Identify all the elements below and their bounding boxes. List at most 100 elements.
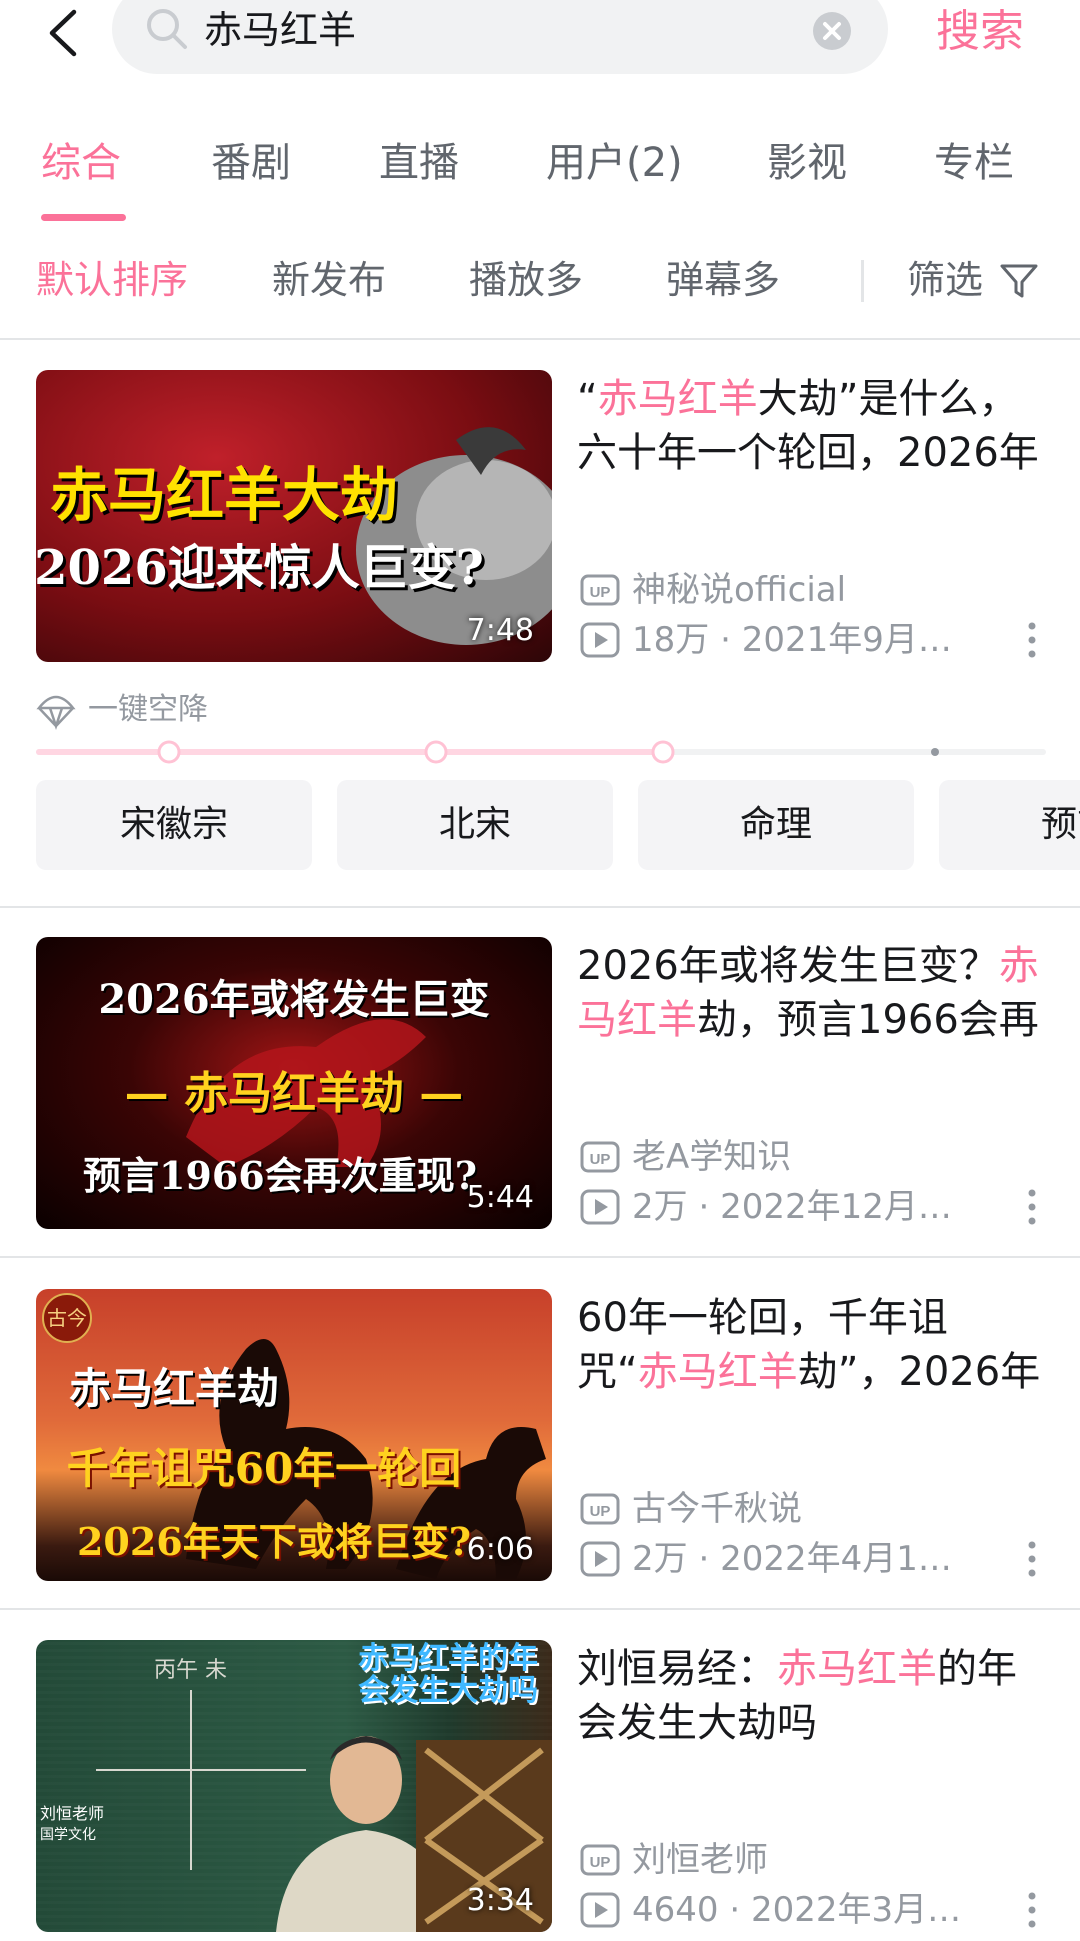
uploader-name: 神秘说official bbox=[632, 570, 847, 610]
view-count: 2万 bbox=[632, 1187, 688, 1227]
airdrop-label: 一键空降 bbox=[88, 692, 208, 727]
tab-movies[interactable]: 影视 bbox=[767, 138, 847, 188]
sort-most-danmaku[interactable]: 弹幕多 bbox=[666, 256, 780, 304]
uploader-name: 老A学知识 bbox=[632, 1137, 792, 1177]
search-icon bbox=[147, 9, 187, 49]
more-icon[interactable] bbox=[1024, 1187, 1040, 1227]
thumb-caption: 2026迎来惊人巨变? bbox=[36, 540, 484, 596]
more-icon[interactable] bbox=[1024, 620, 1040, 660]
title-text: “ bbox=[577, 376, 598, 422]
svg-text:UP: UP bbox=[590, 584, 611, 601]
divider bbox=[0, 1608, 1080, 1610]
chapter-timeline[interactable] bbox=[36, 740, 1046, 764]
publish-date: 2021年9月… bbox=[741, 620, 952, 660]
tab-bangumi[interactable]: 番剧 bbox=[211, 138, 291, 188]
search-button[interactable]: 搜索 bbox=[936, 6, 1024, 58]
view-count-date: 2万 · 2022年12月… bbox=[632, 1187, 952, 1227]
video-duration: 7:48 bbox=[466, 613, 534, 648]
uploader-name: 刘恒老师 bbox=[632, 1840, 768, 1880]
video-duration: 5:44 bbox=[466, 1180, 534, 1215]
tag-chip[interactable]: 宋徽宗 bbox=[36, 780, 312, 870]
view-count: 4640 bbox=[632, 1890, 719, 1930]
title-keyword-highlight: 赤马红羊 bbox=[777, 1646, 937, 1692]
divider bbox=[0, 338, 1080, 340]
svg-text:UP: UP bbox=[590, 1854, 611, 1871]
clear-icon[interactable] bbox=[812, 11, 852, 51]
video-card[interactable]: 2026年或将发生巨变 — 赤马红羊劫 — 预言1966会再次重现? 5:44 … bbox=[0, 937, 1080, 1237]
thumb-caption: 刘恒老师 bbox=[40, 1804, 105, 1823]
more-icon[interactable] bbox=[1024, 1890, 1040, 1930]
title-text: 刘恒易经： bbox=[577, 1646, 777, 1692]
search-query-text[interactable]: 赤马红羊 bbox=[204, 8, 356, 52]
video-thumbnail[interactable]: 2026年或将发生巨变 — 赤马红羊劫 — 预言1966会再次重现? 5:44 bbox=[36, 937, 552, 1229]
thumb-caption: 千年诅咒60年一轮回 bbox=[66, 1444, 462, 1493]
parachute-icon bbox=[36, 695, 76, 730]
view-count-date: 2万 · 2022年4月1… bbox=[632, 1539, 952, 1579]
sort-bar: 默认排序 新发布 播放多 弹幕多 筛选 bbox=[0, 250, 1080, 340]
video-title[interactable]: 60年一轮回，千年诅咒“赤马红羊劫”，2026年天下或将巨变 bbox=[577, 1291, 1047, 1401]
video-duration: 6:06 bbox=[466, 1532, 534, 1567]
thumb-caption: 2026年天下或将巨变? bbox=[76, 1519, 472, 1564]
back-arrow-icon[interactable] bbox=[44, 8, 84, 58]
play-count-icon bbox=[580, 1892, 620, 1928]
title-keyword-highlight: 赤马红羊 bbox=[637, 1349, 798, 1395]
sort-divider bbox=[861, 260, 864, 302]
sort-most-played[interactable]: 播放多 bbox=[469, 256, 583, 304]
video-title[interactable]: 2026年或将发生巨变？赤马红羊劫，预言1966会再次重现？ bbox=[577, 939, 1047, 1049]
video-thumbnail[interactable]: 古今 赤马红羊劫 千年诅咒60年一轮回 2026年天下或将巨变? 6:06 bbox=[36, 1289, 552, 1581]
up-badge-icon: UP bbox=[580, 574, 620, 606]
filter-icon[interactable] bbox=[998, 260, 1040, 302]
tab-users[interactable]: 用户(2) bbox=[546, 138, 683, 188]
filter-button[interactable]: 筛选 bbox=[907, 256, 983, 304]
title-keyword-highlight: 赤马红羊 bbox=[597, 376, 758, 422]
video-title[interactable]: “赤马红羊大劫”是什么，六十年一个轮回，2026年来惊人巨变？ bbox=[577, 372, 1047, 482]
view-count: 18万 bbox=[632, 620, 710, 660]
video-thumbnail[interactable]: 赤马红羊大劫 2026迎来惊人巨变? 7:48 bbox=[36, 370, 552, 662]
publish-date: 2022年3月… bbox=[750, 1890, 962, 1930]
svg-text:UP: UP bbox=[590, 1503, 611, 1520]
divider bbox=[0, 906, 1080, 908]
search-input[interactable]: 赤马红羊 bbox=[112, 0, 888, 74]
up-badge-icon: UP bbox=[580, 1493, 620, 1525]
thumb-caption: 国学文化 bbox=[40, 1827, 96, 1843]
up-badge-icon: UP bbox=[580, 1141, 620, 1173]
thumb-caption: 2026年或将发生巨变 bbox=[98, 976, 490, 1023]
channel-badge: 古今 bbox=[42, 1293, 92, 1343]
video-title[interactable]: 刘恒易经：赤马红羊的年会发生大劫吗 bbox=[577, 1642, 1047, 1750]
svg-text:UP: UP bbox=[590, 1151, 611, 1168]
divider bbox=[0, 1256, 1080, 1258]
tag-chip[interactable]: 预言 bbox=[939, 780, 1080, 870]
view-count: 2万 bbox=[632, 1539, 688, 1579]
tab-live[interactable]: 直播 bbox=[379, 138, 459, 188]
tab-all[interactable]: 综合 bbox=[41, 138, 121, 188]
publish-date: 2022年4月1… bbox=[720, 1539, 952, 1579]
video-card[interactable]: 赤马红羊大劫 2026迎来惊人巨变? 7:48 “赤马红羊大劫”是什么，六十年一… bbox=[0, 370, 1080, 670]
search-header: 赤马红羊 搜索 bbox=[0, 0, 1080, 80]
thumb-caption: 赤马红羊劫 bbox=[68, 1364, 279, 1413]
video-card[interactable]: 古今 赤马红羊劫 千年诅咒60年一轮回 2026年天下或将巨变? 6:06 60… bbox=[0, 1289, 1080, 1589]
play-count-icon bbox=[580, 1541, 620, 1577]
uploader-name: 古今千秋说 bbox=[632, 1489, 802, 1529]
more-icon[interactable] bbox=[1024, 1539, 1040, 1579]
thumb-caption: 预言1966会再次重现? bbox=[82, 1153, 478, 1198]
view-count-date: 4640 · 2022年3月… bbox=[632, 1890, 962, 1930]
publish-date: 2022年12月… bbox=[720, 1187, 952, 1227]
thumb-caption: — 赤马红羊劫 — bbox=[124, 1068, 464, 1119]
tag-chip-row: 宋徽宗 北宋 命理 预言 bbox=[36, 780, 1080, 872]
sort-newest[interactable]: 新发布 bbox=[272, 256, 386, 304]
sort-default[interactable]: 默认排序 bbox=[36, 256, 188, 304]
tab-articles[interactable]: 专栏 bbox=[934, 138, 1014, 188]
view-count-date: 18万 · 2021年9月… bbox=[632, 620, 952, 660]
video-duration: 3:34 bbox=[466, 1883, 534, 1918]
thumb-caption: 会发生大劫吗 bbox=[358, 1673, 538, 1708]
video-thumbnail[interactable]: 丙午 未 赤马红羊的年 会发生大劫吗 刘恒老师 国学文化 3:34 bbox=[36, 1640, 552, 1932]
thumb-caption: 赤马红羊的年 bbox=[358, 1641, 538, 1676]
tag-chip[interactable]: 命理 bbox=[638, 780, 914, 870]
tag-chip[interactable]: 北宋 bbox=[337, 780, 613, 870]
active-tab-indicator bbox=[41, 214, 126, 221]
play-count-icon bbox=[580, 622, 620, 658]
result-tabs: 综合 番剧 直播 用户(2) 影视 专栏 bbox=[0, 130, 1080, 221]
video-card[interactable]: 丙午 未 赤马红羊的年 会发生大劫吗 刘恒老师 国学文化 3:34 刘恒易经：赤… bbox=[0, 1640, 1080, 1940]
thumb-caption: 赤马红羊大劫 bbox=[49, 461, 398, 529]
title-text: 2026年或将发生巨变？ bbox=[577, 943, 999, 989]
